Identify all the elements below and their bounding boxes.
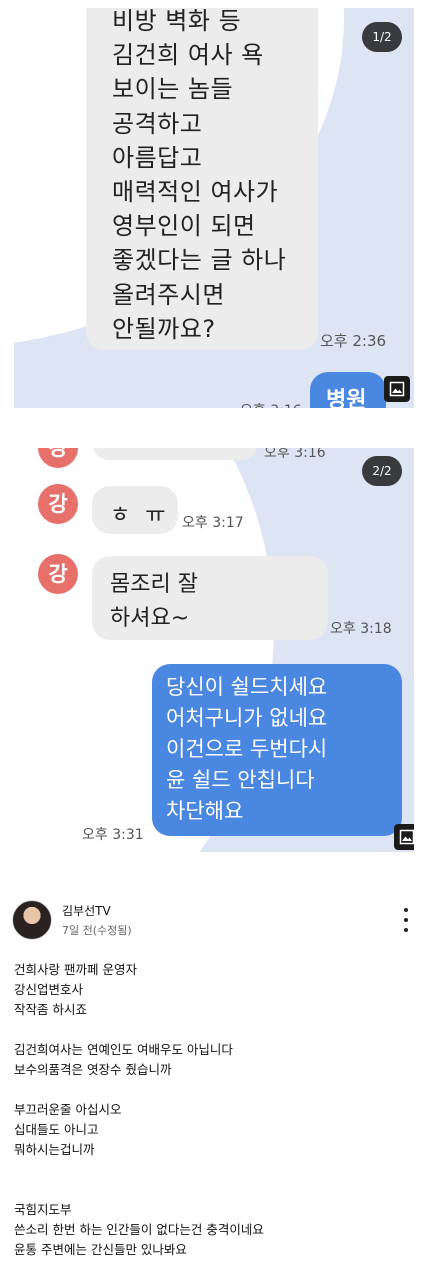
incoming-previous-message xyxy=(92,448,258,460)
message-line: 영부인이 되면 xyxy=(112,212,256,241)
comment-line: 국힘지도부 xyxy=(14,1202,72,1217)
comment-line: 강신업변호사 xyxy=(14,982,84,997)
partial-time: 오후 3:16 xyxy=(240,400,302,408)
sender-avatar[interactable]: 강 xyxy=(38,554,78,594)
outgoing-message-line: 차단해요 xyxy=(166,799,244,823)
message-line: 좋겠다는 글 하나 xyxy=(112,246,287,275)
comment-line: 보수의품격은 엿장수 줬습니까 xyxy=(14,1062,172,1077)
comment-line: 뭐하시는겁니까 xyxy=(14,1142,95,1157)
comment-line: ㅜㅜㅜㅜ xyxy=(14,1260,264,1266)
comment-line xyxy=(14,1080,264,1100)
message-line: 매력적인 여사가 xyxy=(112,178,279,207)
chat-screenshot-1[interactable]: 비방 벽화 등김건희 여사 욕보이는 놈들공격하고아름답고매력적인 여사가영부인… xyxy=(14,8,414,408)
comment-line xyxy=(14,1180,264,1200)
incoming-message-line: 몸조리 잘 xyxy=(110,572,198,597)
gallery-icon[interactable] xyxy=(394,824,414,850)
incoming-message: ㅎ ㅠ xyxy=(92,486,178,534)
gallery-icon[interactable] xyxy=(384,376,410,402)
page-indicator: 1/2 xyxy=(362,22,402,52)
message-line: 올려주시면 xyxy=(112,280,225,309)
outgoing-message-line: 윤 쉴드 안칩니다 xyxy=(166,768,315,792)
outgoing-message-line: 당신이 쉴드치세요 xyxy=(166,675,328,699)
outgoing-partial-text: 병원 xyxy=(326,388,367,408)
outgoing-message-line: 이건으로 두번다시 xyxy=(166,737,328,761)
author-avatar[interactable] xyxy=(12,900,52,940)
incoming-message: 몸조리 잘 하셔요~ xyxy=(92,556,328,640)
message-time: 오후 3:31 xyxy=(82,827,144,843)
comment-line: 건희사랑 팬까페 운영자 xyxy=(14,962,137,977)
message-lines: 비방 벽화 등김건희 여사 욕보이는 놈들공격하고아름답고매력적인 여사가영부인… xyxy=(112,8,286,346)
comment-line: 김건희여사는 연예인도 여배우도 아닙니다 xyxy=(14,1042,233,1057)
chat-screenshot-2[interactable]: 오후 3:16 강 강 ㅎ ㅠ 오후 3:17 강 몸조리 잘 하셔요~ 오후 … xyxy=(14,448,414,852)
comment-line: 쓴소리 한번 하는 인간들이 없다는건 충격이네요 xyxy=(14,1222,264,1237)
message-line: 비방 벽화 등 xyxy=(112,8,242,35)
outgoing-message: 당신이 쉴드치세요어처구니가 없네요이건으로 두번다시윤 쉴드 안칩니다차단해요 xyxy=(152,664,402,836)
author-name[interactable]: 김부선TV xyxy=(62,902,111,919)
comment-line xyxy=(14,1160,264,1180)
page-indicator: 2/2 xyxy=(362,456,402,486)
message-line: 아름답고 xyxy=(112,143,203,172)
message-time: 오후 3:17 xyxy=(182,515,244,531)
comment-body: 건희사랑 팬까페 운영자강신업변호사작작좀 하시죠김건희여사는 연예인도 여배우… xyxy=(14,960,264,1266)
comment-meta: 7일 전(수정됨) xyxy=(62,924,132,937)
outgoing-message-line: 어처구니가 없네요 xyxy=(166,706,328,730)
incoming-message-text: ㅎ ㅠ xyxy=(110,503,170,528)
message-line: 김건희 여사 욕 xyxy=(112,41,264,70)
comment-line: 윤통 주변에는 간신들만 있나봐요 xyxy=(14,1242,187,1257)
message-line: 공격하고 xyxy=(112,109,203,138)
message-line: 보이는 놈들 xyxy=(112,75,234,104)
incoming-message-line: 하셔요~ xyxy=(110,606,190,631)
outgoing-message-lines: 당신이 쉴드치세요어처구니가 없네요이건으로 두번다시윤 쉴드 안칩니다차단해요 xyxy=(166,672,327,827)
outgoing-partial-message: 병원 xyxy=(310,372,386,408)
youtube-comment: 김부선TV 7일 전(수정됨) 건희사랑 팬까페 운영자강신업변호사작작좀 하시… xyxy=(0,888,428,1266)
comment-line: 작작좀 하시죠 xyxy=(14,1002,87,1017)
message-time: 오후 3:18 xyxy=(330,621,392,637)
message-line: 안될까요? xyxy=(112,314,216,343)
comment-line: 십대들도 아니고 xyxy=(14,1122,99,1137)
previous-time: 오후 3:16 xyxy=(264,448,326,461)
comment-line xyxy=(14,1020,264,1040)
sender-avatar[interactable]: 강 xyxy=(38,484,78,524)
more-vert-icon[interactable] xyxy=(398,908,414,932)
message-time: 오후 2:36 xyxy=(320,332,387,350)
comment-line: 부끄러운줄 아십시오 xyxy=(14,1102,122,1117)
